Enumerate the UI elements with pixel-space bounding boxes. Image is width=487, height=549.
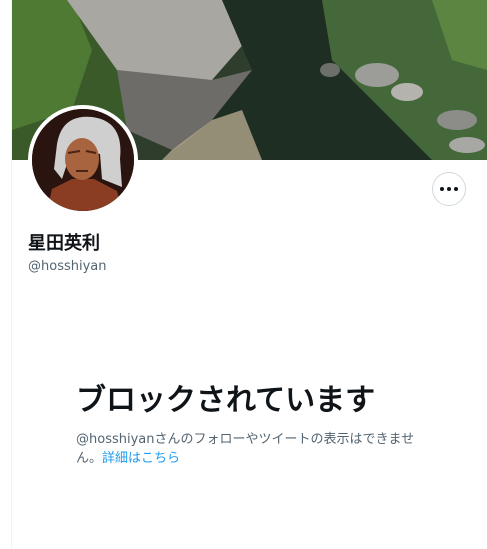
blocked-title: ブロックされています	[76, 383, 376, 418]
blocked-description: @hosshiyanさんのフォローやツイートの表示はできません。詳細はこちら	[76, 430, 431, 468]
profile-avatar[interactable]	[28, 105, 138, 215]
more-options-button[interactable]	[432, 172, 466, 206]
profile-display-name: 星田英利	[28, 233, 100, 254]
avatar-portrait	[32, 109, 134, 211]
learn-more-link[interactable]: 詳細はこちら	[102, 451, 180, 466]
more-horizontal-icon	[440, 187, 458, 191]
profile-handle: @hosshiyan	[28, 259, 107, 274]
